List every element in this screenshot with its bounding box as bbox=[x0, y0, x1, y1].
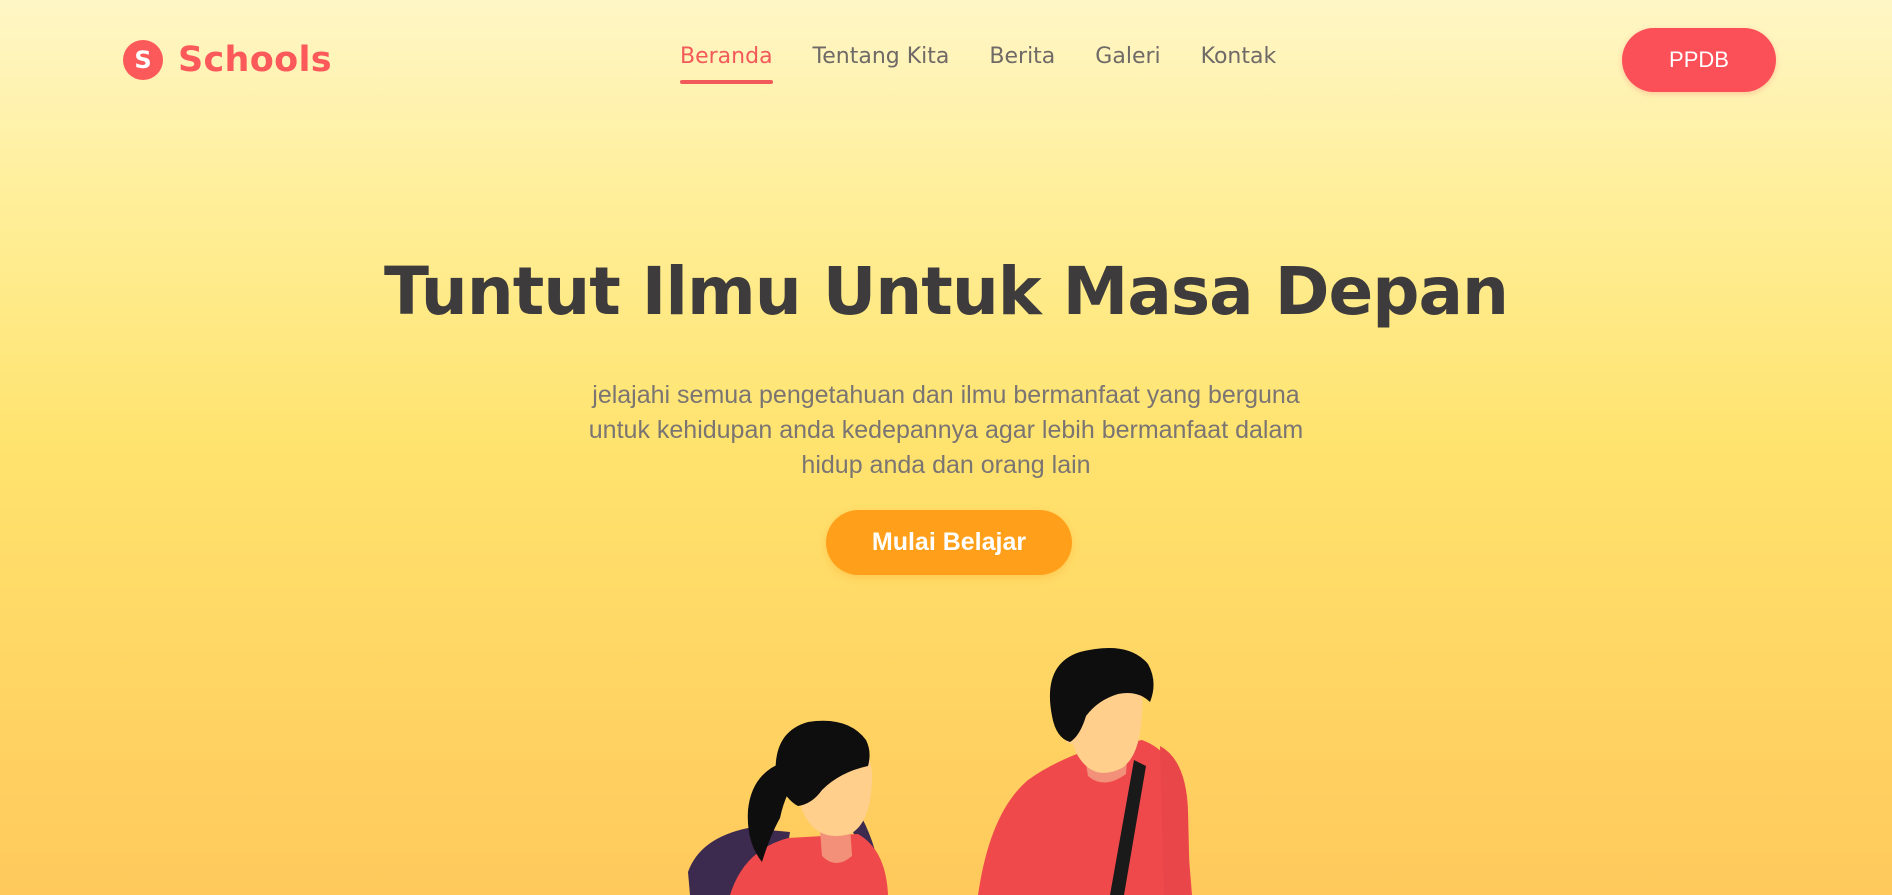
boy-figure bbox=[978, 648, 1192, 895]
girl-figure bbox=[688, 720, 888, 895]
students-illustration bbox=[688, 648, 1192, 895]
